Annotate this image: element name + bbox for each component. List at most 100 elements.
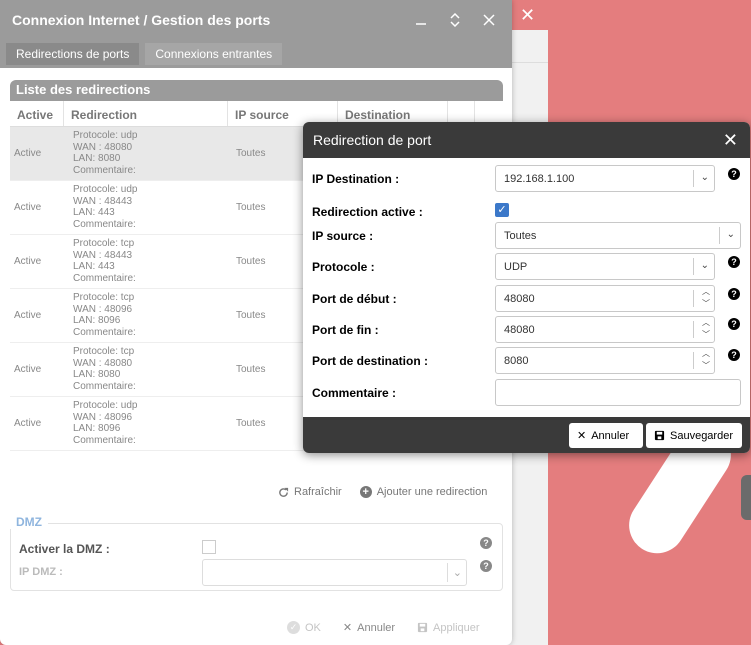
save-button[interactable]: Sauvegarder [646, 423, 742, 448]
ok-label: OK [305, 621, 321, 634]
row-active-status: Active [14, 418, 42, 429]
redirections-list-title: Liste des redirections [10, 80, 503, 101]
form-row: Redirection active : [312, 205, 495, 219]
column-header-active[interactable]: Active [10, 101, 64, 126]
list-actions: Rafraîchir + Ajouter une redirection [278, 486, 487, 498]
row-active-status: Active [14, 310, 42, 321]
form-row: Port de fin : [312, 323, 495, 337]
row-redirection-details: Protocole: udp WAN : 48443 LAN: 443 Comm… [73, 184, 138, 230]
add-redirection-label: Ajouter une redirection [376, 486, 488, 498]
row-redirection-details: Protocole: tcp WAN : 48096 LAN: 8096 Com… [73, 292, 136, 338]
port-destination-value: 8080 [504, 355, 529, 367]
row-active-status: Active [14, 202, 42, 213]
help-icon[interactable]: ? [728, 256, 740, 268]
close-icon[interactable] [478, 9, 500, 31]
dialog-title: Redirection de port [313, 132, 432, 148]
port-redirection-dialog: Redirection de port ✕ IP Destination : 1… [303, 122, 750, 453]
port-start-value: 48080 [504, 293, 535, 305]
spinner-separator [693, 290, 694, 307]
row-redirection-details: Protocole: tcp WAN : 48443 LAN: 443 Comm… [73, 238, 136, 284]
minimize-icon[interactable] [410, 9, 432, 31]
row-redirection-details: Protocole: udp WAN : 48080 LAN: 8080 Com… [73, 130, 138, 176]
ok-button[interactable]: ✓ OK [287, 621, 321, 634]
dmz-activate-checkbox[interactable] [202, 540, 216, 554]
background-close-icon[interactable]: ✕ [520, 5, 535, 26]
row-redirection-details: Protocole: tcp WAN : 48080 LAN: 8080 Com… [73, 346, 136, 392]
maximize-icon[interactable] [444, 9, 466, 31]
close-icon[interactable]: ✕ [723, 131, 738, 149]
help-icon[interactable]: ? [728, 168, 740, 180]
select-separator [693, 170, 694, 187]
help-icon[interactable]: ? [480, 560, 492, 572]
tab-incoming-connections[interactable]: Connexions entrantes [145, 43, 283, 65]
save-label: Sauvegarder [670, 429, 733, 442]
spinner-separator [693, 321, 694, 338]
ip-source-value: Toutes [504, 230, 537, 242]
chevron-down-icon: ⌄ [700, 260, 709, 271]
form-row: Commentaire : [312, 386, 495, 400]
chevron-down-icon: ⌄ [726, 229, 735, 240]
dmz-activate-label: Activer la DMZ : [19, 542, 110, 556]
ip-source-select[interactable]: Toutes ⌄ [495, 222, 741, 249]
port-start-spinner[interactable]: 48080 ︿ ﹀ [495, 285, 715, 312]
apply-label: Appliquer [433, 621, 480, 634]
save-icon [417, 622, 428, 633]
chevron-down-icon: ⌄ [452, 567, 462, 579]
protocol-select[interactable]: UDP ⌄ [495, 253, 715, 280]
dmz-ip-select[interactable]: ⌄ [202, 559, 467, 586]
tab-bar: Redirections de ports Connexions entrant… [0, 40, 512, 68]
row-active-status: Active [14, 256, 42, 267]
row-active-status: Active [14, 364, 42, 375]
protocol-value: UDP [504, 261, 528, 273]
form-row: Port de début : [312, 292, 495, 306]
save-icon [654, 430, 665, 441]
plus-icon: + [359, 486, 372, 498]
row-redirection-details: Protocole: udp WAN : 48096 LAN: 8096 Com… [73, 400, 138, 446]
ip-destination-label: IP Destination : [312, 172, 400, 186]
ip-source-label: IP source : [312, 229, 374, 243]
dmz-legend: DMZ [10, 515, 48, 529]
help-icon[interactable]: ? [480, 537, 492, 549]
help-icon[interactable]: ? [728, 318, 740, 330]
close-icon: ✕ [577, 430, 587, 442]
form-row: Protocole : [312, 260, 495, 274]
spinner-arrows-icon[interactable]: ︿ ﹀ [702, 317, 710, 341]
row-active-status: Active [14, 148, 42, 159]
chevron-down-icon: ⌄ [700, 172, 709, 183]
port-destination-label: Port de destination : [312, 354, 429, 368]
form-row: IP source : [312, 229, 495, 243]
column-header-redirection[interactable]: Redirection [64, 101, 228, 126]
add-redirection-button[interactable]: + Ajouter une redirection [359, 486, 488, 498]
background-edge-handle [741, 475, 751, 520]
refresh-button[interactable]: Rafraîchir [278, 486, 342, 498]
spinner-arrows-icon[interactable]: ︿ ﹀ [702, 348, 710, 372]
comment-input[interactable] [495, 379, 741, 406]
refresh-icon [279, 487, 289, 497]
comment-label: Commentaire : [312, 386, 397, 400]
select-separator [719, 227, 720, 244]
window-title: Connexion Internet / Gestion des ports [12, 12, 271, 28]
select-separator [447, 563, 448, 582]
port-destination-spinner[interactable]: 8080 ︿ ﹀ [495, 347, 715, 374]
cancel-label: Annuler [591, 429, 630, 442]
spinner-separator [693, 352, 694, 369]
help-icon[interactable]: ? [728, 349, 740, 361]
protocol-label: Protocole : [312, 260, 375, 274]
ip-destination-select[interactable]: 192.168.1.100 ⌄ [495, 165, 715, 192]
tab-port-redirections[interactable]: Redirections de ports [6, 43, 140, 65]
help-icon[interactable]: ? [728, 288, 740, 300]
form-row: IP Destination : [312, 172, 495, 186]
redirection-active-checkbox[interactable]: ✓ [495, 203, 509, 217]
refresh-label: Rafraîchir [294, 486, 342, 498]
cancel-button[interactable]: ✕ Annuler [569, 423, 643, 448]
cancel-button[interactable]: ✕ Annuler [342, 621, 396, 635]
close-icon: ✕ [342, 622, 353, 634]
port-end-label: Port de fin : [312, 323, 379, 337]
form-row: Port de destination : [312, 354, 495, 368]
redirection-active-label: Redirection active : [312, 205, 423, 219]
cancel-label: Annuler [357, 621, 396, 634]
apply-button[interactable]: Appliquer [417, 621, 480, 634]
spinner-arrows-icon[interactable]: ︿ ﹀ [702, 286, 710, 310]
port-end-spinner[interactable]: 48080 ︿ ﹀ [495, 316, 715, 343]
check-icon: ✓ [287, 621, 300, 634]
